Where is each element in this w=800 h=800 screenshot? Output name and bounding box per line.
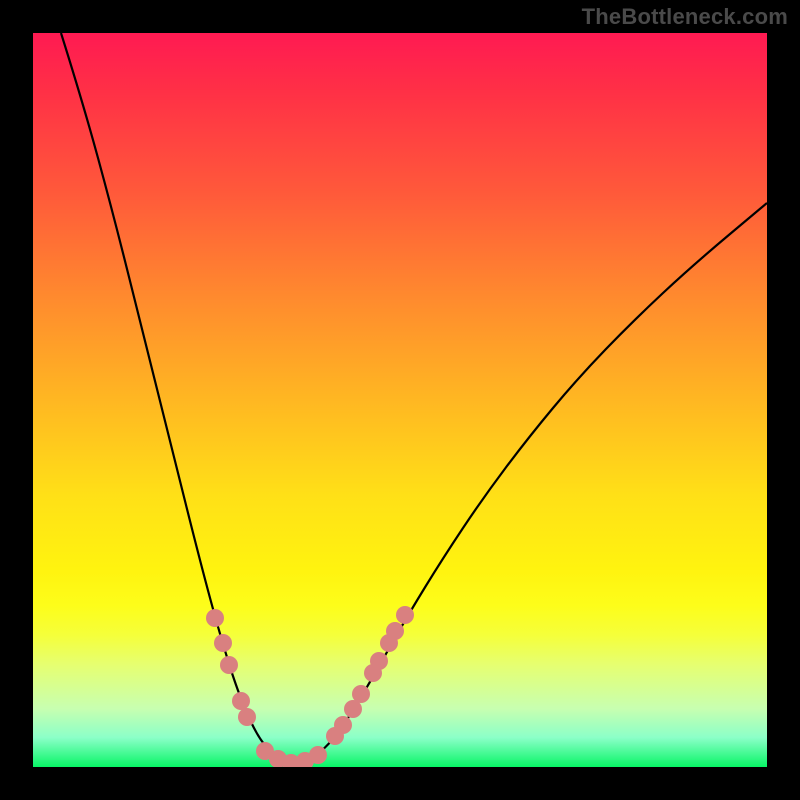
- watermark-text: TheBottleneck.com: [582, 4, 788, 30]
- data-marker: [396, 606, 414, 624]
- data-marker: [334, 716, 352, 734]
- data-marker: [232, 692, 250, 710]
- chart-frame: TheBottleneck.com: [0, 0, 800, 800]
- data-marker: [206, 609, 224, 627]
- data-marker: [370, 652, 388, 670]
- data-marker: [386, 622, 404, 640]
- data-marker: [214, 634, 232, 652]
- data-marker: [220, 656, 238, 674]
- data-marker: [352, 685, 370, 703]
- plot-area: [33, 33, 767, 767]
- data-marker: [309, 746, 327, 764]
- data-marker: [238, 708, 256, 726]
- curve-line: [61, 33, 767, 762]
- bottleneck-curve: [33, 33, 767, 767]
